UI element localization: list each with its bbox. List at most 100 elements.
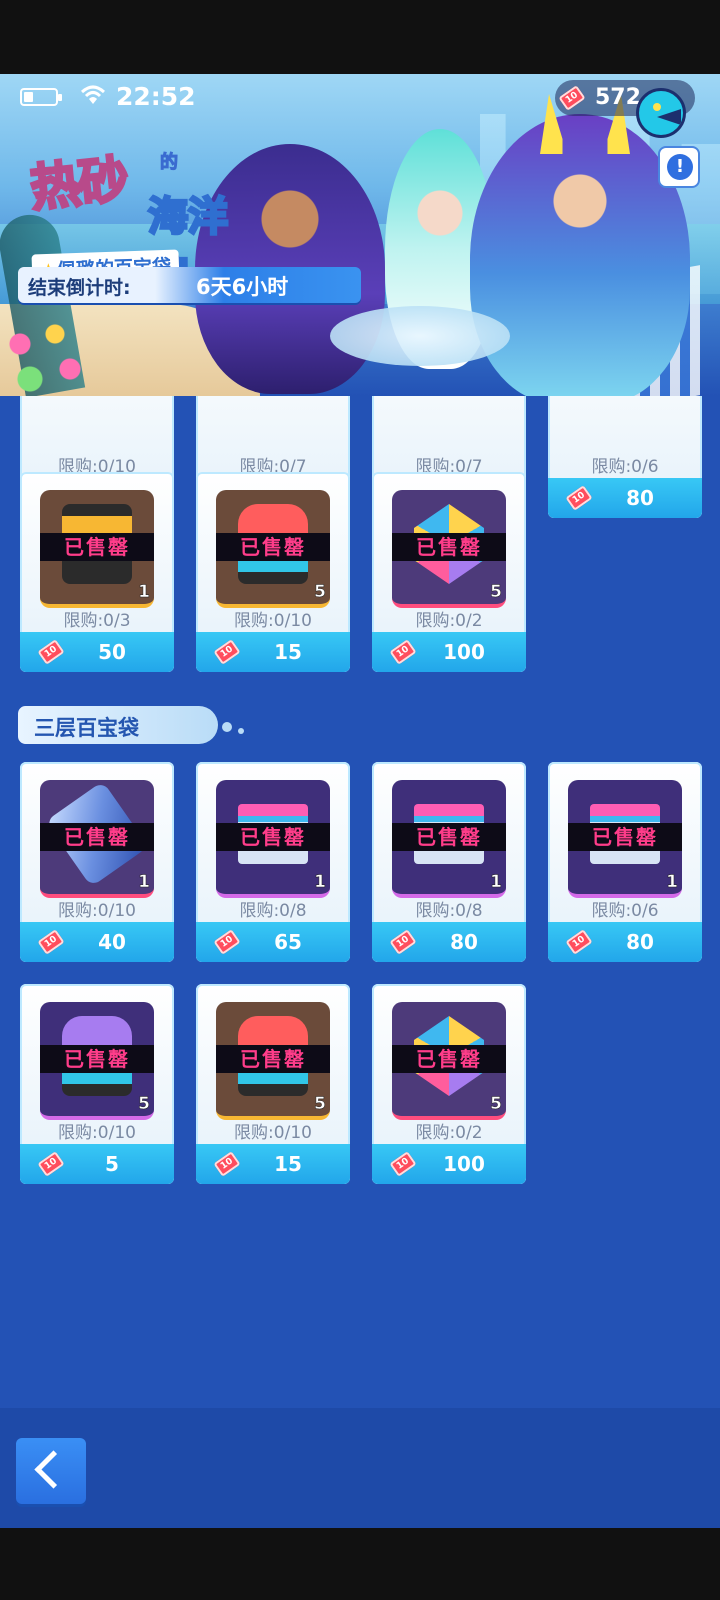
item-image: 已售罄 1 bbox=[216, 780, 330, 898]
price: 50 bbox=[98, 640, 126, 664]
item-image: 已售罄 1 bbox=[392, 780, 506, 898]
shop-item-card[interactable]: 已售罄 5 限购:0/10 10 5 bbox=[20, 984, 174, 1184]
character-illustration bbox=[470, 114, 690, 396]
price: 65 bbox=[274, 930, 302, 954]
avatar-mouth bbox=[657, 109, 681, 125]
back-button[interactable] bbox=[16, 1438, 86, 1504]
sold-out-label: 已售罄 bbox=[392, 823, 506, 851]
buy-price-button[interactable]: 1040 bbox=[20, 922, 174, 962]
item-quantity: 1 bbox=[490, 872, 502, 893]
decor-bubble bbox=[238, 728, 244, 734]
battery-icon bbox=[20, 88, 62, 106]
flowers-illustration bbox=[0, 314, 90, 394]
sold-out-label: 已售罄 bbox=[40, 533, 154, 561]
item-quantity: 1 bbox=[138, 872, 150, 893]
price: 100 bbox=[443, 1152, 485, 1176]
buy-price-button[interactable]: 10 15 bbox=[196, 632, 350, 672]
shop-item-card[interactable]: 已售罄 1 限购:0/3 10 50 bbox=[20, 472, 174, 672]
shop-item-card[interactable]: 已售罄 5 限购:0/10 10 15 bbox=[196, 472, 350, 672]
top-black-bar bbox=[0, 0, 720, 74]
sold-out-label: 已售罄 bbox=[392, 1045, 506, 1073]
item-quantity: 1 bbox=[666, 872, 678, 893]
event-banner: 热砂 的 海洋馆 ★佩璐的百宝袋 结束倒计时: 6天6小时 22:52 10 5… bbox=[0, 74, 720, 396]
battery-level bbox=[24, 92, 33, 102]
item-image: 已售罄 5 bbox=[392, 490, 506, 608]
price: 15 bbox=[274, 1152, 302, 1176]
item-quantity: 1 bbox=[314, 872, 326, 893]
buy-price-button[interactable]: 10 100 bbox=[372, 1144, 526, 1184]
buy-price-button[interactable]: 10 100 bbox=[372, 632, 526, 672]
decor-bubble bbox=[222, 722, 232, 732]
sold-out-label: 已售罄 bbox=[40, 823, 154, 851]
exclamation-icon: ! bbox=[667, 154, 693, 180]
bottom-black-bar bbox=[0, 1528, 720, 1600]
price: 5 bbox=[105, 1152, 119, 1176]
item-image: 已售罄 1 bbox=[568, 780, 682, 898]
item-quantity: 1 bbox=[138, 582, 150, 603]
sold-out-label: 已售罄 bbox=[568, 823, 682, 851]
price: 80 bbox=[626, 486, 654, 510]
sold-out-label: 已售罄 bbox=[216, 533, 330, 561]
buy-price-button[interactable]: 1065 bbox=[196, 922, 350, 962]
buy-price-button[interactable]: 10 5 bbox=[20, 1144, 174, 1184]
item-image: 已售罄 5 bbox=[40, 1002, 154, 1120]
shop-item-card[interactable]: 已售罄 5 限购:0/2 10 100 bbox=[372, 984, 526, 1184]
shop-item-card[interactable]: 已售罄 1 限购:0/8 10 80 bbox=[372, 762, 526, 962]
buy-price-button[interactable]: 1080 bbox=[548, 922, 702, 962]
sold-out-label: 已售罄 bbox=[40, 1045, 154, 1073]
shop-item-card[interactable]: 已售罄 1 限购:0/6 10 80 bbox=[548, 762, 702, 962]
buy-price-button[interactable]: 1080 bbox=[548, 478, 702, 518]
countdown-label: 结束倒计时: bbox=[28, 277, 131, 299]
purchase-limit: 限购:0/2 bbox=[415, 611, 483, 631]
sold-out-label: 已售罄 bbox=[392, 533, 506, 561]
price: 100 bbox=[443, 640, 485, 664]
shop-item-card[interactable]: 已售罄 1 限购:0/10 10 40 bbox=[20, 762, 174, 962]
purchase-limit: 限购:0/10 bbox=[58, 901, 136, 921]
buy-price-button[interactable]: 1080 bbox=[372, 922, 526, 962]
item-quantity: 5 bbox=[490, 582, 502, 603]
item-quantity: 5 bbox=[490, 1094, 502, 1115]
item-image: 已售罄 5 bbox=[216, 1002, 330, 1120]
price: 15 bbox=[274, 640, 302, 664]
chevron-left-icon bbox=[34, 1450, 73, 1489]
shop-item-card[interactable]: 已售罄 5 限购:0/2 10 100 bbox=[372, 472, 526, 672]
table-illustration bbox=[330, 306, 510, 366]
bottom-bar bbox=[0, 1408, 720, 1528]
purchase-limit: 限购:0/8 bbox=[239, 901, 307, 921]
purchase-limit: 限购:0/3 bbox=[63, 611, 131, 631]
price: 40 bbox=[98, 930, 126, 954]
sold-out-label: 已售罄 bbox=[216, 1045, 330, 1073]
purchase-limit: 限购:0/10 bbox=[58, 1123, 136, 1143]
purchase-limit: 限购:0/6 bbox=[591, 901, 659, 921]
countdown-value: 6天6小时 bbox=[196, 275, 289, 299]
item-image: 已售罄 1 bbox=[40, 780, 154, 898]
purchase-limit: 限购:0/10 bbox=[234, 611, 312, 631]
item-quantity: 5 bbox=[314, 1094, 326, 1115]
event-title-main: 热砂 bbox=[26, 149, 131, 220]
buy-price-button[interactable]: 10 15 bbox=[196, 1144, 350, 1184]
section-title: 三层百宝袋 bbox=[34, 716, 139, 740]
purchase-limit: 限购:0/10 bbox=[234, 1123, 312, 1143]
item-quantity: 5 bbox=[138, 1094, 150, 1115]
ticket-icon: 10 bbox=[558, 85, 586, 111]
avatar[interactable] bbox=[636, 88, 686, 138]
price: 80 bbox=[450, 930, 478, 954]
info-button[interactable]: ! bbox=[658, 146, 700, 188]
price: 80 bbox=[626, 930, 654, 954]
purchase-limit: 限购:0/2 bbox=[415, 1123, 483, 1143]
purchase-limit: 限购:0/8 bbox=[415, 901, 483, 921]
item-quantity: 5 bbox=[314, 582, 326, 603]
item-image: 已售罄 1 bbox=[40, 490, 154, 608]
item-image: 已售罄 5 bbox=[216, 490, 330, 608]
shop-screen: 限购:0/10 1040 限购:0/7 1065 限购:0/7 1080 限购:… bbox=[0, 74, 720, 1528]
shop-item-card[interactable]: 已售罄 1 限购:0/8 10 65 bbox=[196, 762, 350, 962]
buy-price-button[interactable]: 10 50 bbox=[20, 632, 174, 672]
status-time: 22:52 bbox=[116, 82, 196, 111]
event-title-particle: 的 bbox=[160, 152, 179, 174]
currency-amount: 572 bbox=[595, 85, 641, 110]
shop-item-card[interactable]: 已售罄 5 限购:0/10 10 15 bbox=[196, 984, 350, 1184]
countdown-bar: 结束倒计时: 6天6小时 bbox=[18, 267, 361, 303]
sold-out-label: 已售罄 bbox=[216, 823, 330, 851]
purchase-limit: 限购:0/6 bbox=[591, 457, 659, 477]
item-image: 已售罄 5 bbox=[392, 1002, 506, 1120]
